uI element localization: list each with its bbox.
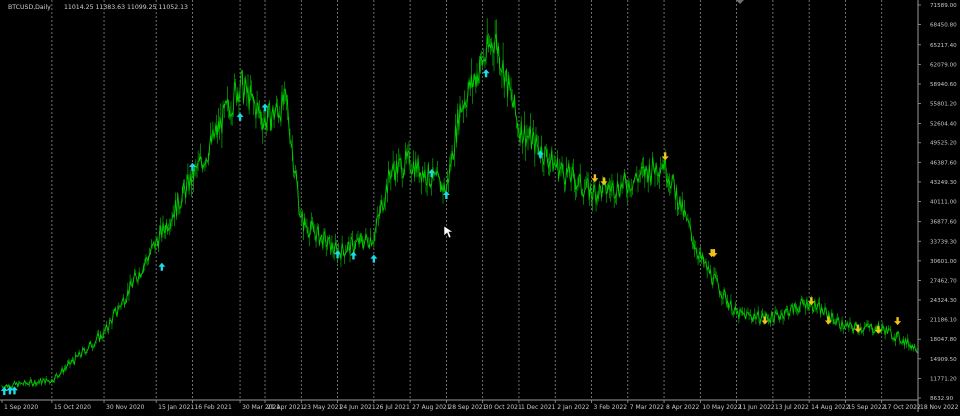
time-tick-label: 3 Feb 2022 bbox=[594, 404, 628, 411]
time-tick-label: 10 May 2022 bbox=[702, 404, 741, 411]
price-tick-label: 30601.00 bbox=[930, 259, 957, 265]
price-tick-label: 71589.00 bbox=[930, 3, 957, 9]
time-tick-label: 30 Nov 2020 bbox=[106, 404, 145, 411]
time-tick-label: 18 Nov 2022 bbox=[920, 404, 959, 411]
time-tick-label: 30 Oct 2021 bbox=[485, 404, 522, 411]
time-tick-label: 2 Jan 2022 bbox=[557, 404, 589, 411]
chart-canvas[interactable]: 71589.00 68450.80 65217.40 62079.00 58940.60… bbox=[0, 0, 960, 412]
time-tick-label: 1 Sep 2020 bbox=[4, 404, 38, 411]
price-tick-label: 27462.70 bbox=[930, 278, 957, 284]
price-tick-label: 68450.80 bbox=[930, 23, 957, 29]
time-tick-label: 13 Jul 2022 bbox=[775, 404, 809, 411]
symbol-label: BTCUSD,Daily bbox=[8, 4, 51, 11]
price-tick-label: 24324.30 bbox=[930, 298, 957, 304]
time-tick-label: 23 May 2021 bbox=[303, 404, 342, 411]
time-tick-label: 24 Jun 2021 bbox=[340, 404, 376, 411]
price-tick-label: 52604.40 bbox=[930, 122, 957, 128]
time-tick-label: 28 Sep 2021 bbox=[448, 404, 486, 411]
ohlc-readout: 11014.25 11383.63 11099.25 11052.13 bbox=[64, 4, 188, 11]
time-tick-label: 15 Oct 2020 bbox=[54, 404, 91, 411]
price-tick-label: 18047.80 bbox=[930, 337, 957, 343]
time-tick-label: 15 Sep 2022 bbox=[847, 404, 885, 411]
price-tick-label: 46387.60 bbox=[930, 160, 957, 166]
time-tick-label: 16 Feb 2021 bbox=[194, 404, 232, 411]
time-tick-label: 27 Aug 2021 bbox=[412, 404, 451, 411]
price-tick-label: 36877.60 bbox=[930, 220, 957, 226]
price-tick-label: 14909.50 bbox=[930, 357, 957, 363]
price-tick-label: 40111.00 bbox=[930, 199, 957, 205]
time-tick-label: 15 Jan 2021 bbox=[158, 404, 194, 411]
time-tick-label: 8 Apr 2022 bbox=[666, 404, 699, 411]
price-tick-label: 33739.30 bbox=[930, 239, 957, 245]
time-tick-label: 1 Dec 2021 bbox=[521, 404, 556, 411]
time-tick-label: 14 Aug 2022 bbox=[811, 404, 850, 411]
price-tick-label: 11771.20 bbox=[930, 376, 957, 382]
price-chart[interactable]: 71589.00 68450.80 65217.40 62079.00 58940.60… bbox=[0, 0, 960, 412]
time-tick-label: 11 Jun 2022 bbox=[739, 404, 775, 411]
price-tick-label: 58940.60 bbox=[930, 82, 957, 88]
price-tick-label: 65217.40 bbox=[930, 43, 957, 49]
price-tick-label: 8632.90 bbox=[930, 396, 954, 402]
price-tick-label: 62079.00 bbox=[930, 62, 957, 68]
time-tick-label: 7 Mar 2022 bbox=[630, 404, 664, 411]
price-tick-label: 49525.20 bbox=[930, 141, 957, 147]
price-tick-label: 55801.20 bbox=[930, 102, 957, 108]
price-tick-label: 21186.10 bbox=[930, 318, 957, 324]
time-tick-label: 21 Apr 2021 bbox=[267, 404, 304, 411]
time-tick-label: 26 Jul 2021 bbox=[376, 404, 410, 411]
time-tick-label: 17 Oct 2022 bbox=[884, 404, 921, 411]
price-tick-label: 43249.30 bbox=[930, 180, 957, 186]
